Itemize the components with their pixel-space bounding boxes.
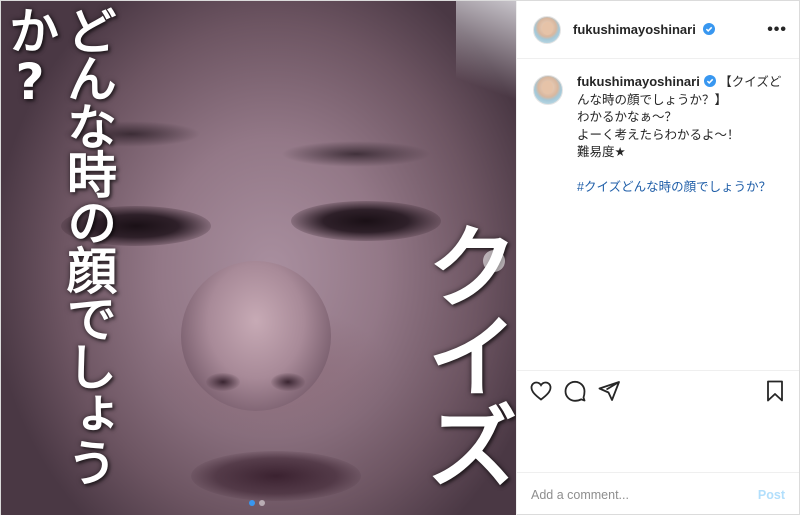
more-horizontal-icon: ••• bbox=[767, 20, 787, 38]
post-header: fukushimayoshinari ••• bbox=[517, 1, 799, 59]
likes-area bbox=[517, 410, 799, 472]
add-comment-bar: Post bbox=[517, 472, 799, 515]
next-slide-button[interactable] bbox=[483, 250, 505, 272]
caption-hashtag-link[interactable]: #クイズどんな時の顔でしょうか？ bbox=[577, 179, 783, 197]
carousel-dot bbox=[259, 500, 265, 506]
carousel-dot bbox=[249, 500, 255, 506]
heart-icon[interactable] bbox=[529, 379, 553, 403]
chevron-right-icon bbox=[491, 256, 498, 266]
verified-badge-icon bbox=[703, 75, 716, 87]
carousel-dots bbox=[249, 500, 265, 506]
verified-badge-icon bbox=[703, 23, 716, 35]
share-icon[interactable] bbox=[597, 379, 621, 403]
post-image[interactable]: どんな時の顔でしょうか? クイズ bbox=[1, 1, 516, 515]
comment-input[interactable] bbox=[531, 487, 758, 502]
caption-body: fukushimayoshinari 【クイズどんな時の顔でしょうか？】 わかる… bbox=[577, 73, 783, 196]
more-options-button[interactable]: ••• bbox=[767, 20, 787, 38]
avatar[interactable] bbox=[533, 15, 561, 44]
caption-avatar[interactable] bbox=[533, 75, 563, 105]
right-brow bbox=[281, 141, 431, 167]
header-username-text[interactable]: fukushimayoshinari bbox=[573, 22, 696, 37]
nose bbox=[181, 261, 331, 411]
right-nostril bbox=[271, 373, 305, 391]
caption: fukushimayoshinari 【クイズどんな時の顔でしょうか？】 わかる… bbox=[533, 73, 783, 196]
bookmark-icon[interactable] bbox=[763, 379, 787, 403]
action-bar bbox=[517, 370, 799, 410]
header-username[interactable]: fukushimayoshinari bbox=[573, 22, 716, 37]
left-nostril bbox=[206, 373, 240, 391]
overlay-question-text: どんな時の顔でしょうか? bbox=[1, 5, 117, 485]
comment-icon[interactable] bbox=[563, 379, 587, 403]
comments-area: fukushimayoshinari 【クイズどんな時の顔でしょうか？】 わかる… bbox=[517, 59, 799, 370]
caption-username-text[interactable]: fukushimayoshinari bbox=[577, 74, 700, 89]
caption-username[interactable]: fukushimayoshinari bbox=[577, 74, 716, 89]
post-side-panel: fukushimayoshinari ••• fukushimayoshinar… bbox=[516, 1, 799, 515]
instagram-post: どんな時の顔でしょうか? クイズ fukushimayoshinari ••• … bbox=[0, 0, 800, 515]
hair-highlight bbox=[456, 1, 516, 121]
mouth bbox=[191, 451, 361, 501]
post-comment-button[interactable]: Post bbox=[758, 488, 785, 502]
